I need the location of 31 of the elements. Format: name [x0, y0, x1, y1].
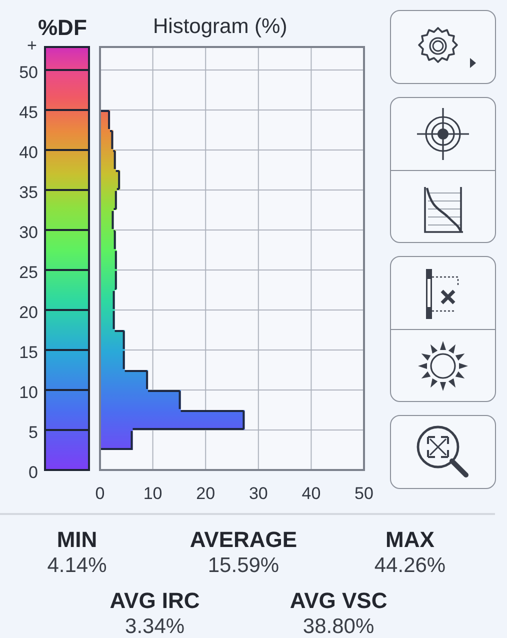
y-tick-label: 10: [19, 383, 38, 402]
y-tick-label: 15: [19, 343, 38, 362]
chart-title: Histogram (%): [153, 15, 288, 39]
target-icon: [415, 106, 471, 162]
y-tick-label: 20: [19, 303, 38, 322]
y-tick-label: 30: [19, 223, 38, 242]
y-tick-label: 45: [19, 103, 38, 122]
y-tick-label: 0: [28, 463, 38, 482]
x-tick-label: 40: [302, 484, 321, 503]
y-tick-label: 25: [19, 263, 38, 282]
stat-value: 38.80%: [302, 615, 374, 638]
y-tick-label: 50: [19, 63, 38, 82]
stat-value: 4.14%: [47, 554, 107, 578]
stat-label: AVERAGE: [190, 527, 298, 553]
stat-label: MAX: [386, 527, 434, 553]
x-tick-label: 30: [248, 484, 268, 503]
x-tick-label: 10: [143, 484, 162, 503]
stat-value: 3.34%: [125, 615, 185, 638]
stat-label: MIN: [56, 527, 98, 553]
stat-label: AVG IRC: [110, 588, 200, 614]
x-tick-label: 0: [95, 484, 105, 503]
y-tick-label: 35: [19, 183, 38, 202]
stat-label: AVG VSC: [290, 588, 388, 614]
y-tick-label: 5: [28, 423, 38, 442]
legend-title: %DF: [38, 15, 87, 41]
y-tick-label: 40: [19, 143, 38, 162]
x-tick-label: 50: [354, 484, 374, 503]
overflow-label: +: [27, 40, 37, 55]
x-tick-label: 20: [196, 484, 216, 503]
stat-value: 15.59%: [208, 554, 280, 578]
stat-value: 44.26%: [374, 554, 446, 578]
